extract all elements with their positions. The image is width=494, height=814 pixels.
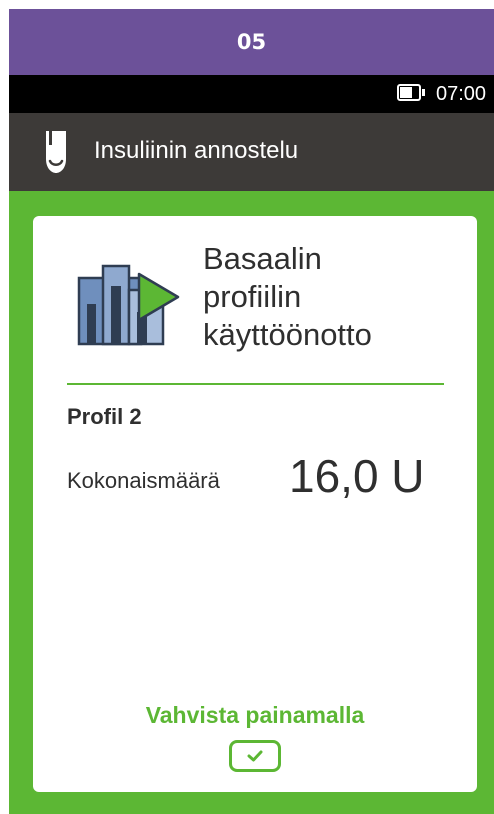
- screen-header: Insuliinin annostelu: [9, 113, 494, 191]
- card-title: Basaalin profiilin käyttöönotto: [203, 240, 463, 354]
- confirm-button[interactable]: [229, 740, 281, 772]
- card-title-line: Basaalin: [203, 241, 322, 276]
- basal-profile-start-icon: [77, 264, 180, 346]
- total-amount-value: 16,0 U: [289, 450, 425, 502]
- card-title-line: käyttöönotto: [203, 317, 372, 352]
- screen-title: Insuliinin annostelu: [94, 137, 299, 164]
- confirmation-card: Basaalin profiilin käyttöönotto Profil 2…: [33, 216, 477, 792]
- insulin-pump-icon: [46, 131, 66, 173]
- card-title-line: profiilin: [203, 279, 302, 314]
- checkmark-icon: [247, 750, 263, 762]
- step-number: 05: [236, 30, 267, 54]
- divider: [67, 383, 444, 385]
- profile-name: Profil 2: [67, 404, 142, 429]
- total-amount-label: Kokonaismäärä: [67, 468, 220, 493]
- device-screen: 05 07:00 Insuliinin annostelu Basaalin p…: [0, 0, 494, 814]
- battery-icon: [397, 84, 425, 101]
- content-background: Basaalin profiilin käyttöönotto Profil 2…: [9, 191, 494, 814]
- confirm-instruction: Vahvista painamalla: [145, 702, 365, 728]
- step-banner: 05: [9, 9, 494, 75]
- status-bar: 07:00: [9, 75, 494, 113]
- clock: 07:00: [436, 83, 487, 105]
